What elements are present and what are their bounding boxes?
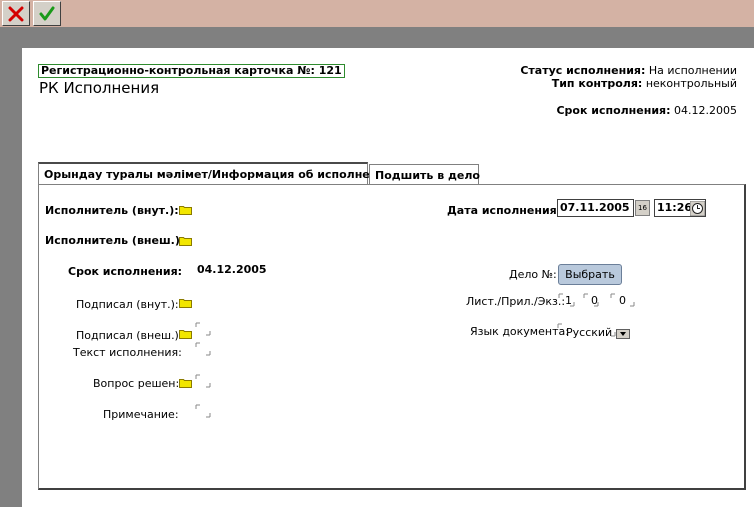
signed-internal-label: Подписал (внут.): <box>76 298 179 311</box>
toolbar <box>0 0 754 27</box>
close-x-icon <box>8 6 24 21</box>
folder-icon[interactable] <box>179 378 192 388</box>
execution-text-label: Текст исполнения: <box>73 346 182 359</box>
language-value[interactable]: Русский <box>566 326 612 339</box>
deadline-header-value: 04.12.2005 <box>674 104 737 117</box>
deadline-header: Срок исполнения: 04.12.2005 <box>556 104 737 117</box>
execution-text-field[interactable] <box>195 342 211 356</box>
signed-external-field[interactable] <box>195 322 211 336</box>
sheets-label: Лист./Прил./Экз.: <box>466 295 566 308</box>
language-dropdown-button[interactable] <box>616 329 630 339</box>
control-type-label: Тип контроля: <box>551 77 643 90</box>
note-label: Примечание: <box>103 408 179 421</box>
control-type-value: неконтрольный <box>645 77 737 90</box>
chevron-down-icon <box>620 332 626 336</box>
folder-icon[interactable] <box>179 205 192 215</box>
ok-button[interactable] <box>33 1 61 26</box>
clock-icon[interactable] <box>690 201 705 216</box>
card-number: Регистрационно-контрольная карточка №: 1… <box>38 64 345 78</box>
sheets-value[interactable]: 1 <box>565 294 572 307</box>
copies-value[interactable]: 0 <box>619 294 626 307</box>
folder-icon[interactable] <box>179 236 192 246</box>
checkmark-icon <box>39 6 55 20</box>
left-gray-margin <box>0 27 22 507</box>
sheets-fields: 1 0 0 <box>558 292 638 308</box>
exec-date-input[interactable]: 07.11.2005 <box>557 199 634 217</box>
exec-date-label: Дата исполнения: <box>447 204 562 217</box>
folder-icon[interactable] <box>179 329 192 339</box>
tab-file-to-case[interactable]: Подшить в дело <box>369 164 480 185</box>
signed-external-label: Подписал (внеш.): <box>76 329 183 342</box>
executor-internal-label: Исполнитель (внут.): <box>45 204 179 217</box>
note-field[interactable] <box>195 404 211 418</box>
status-block: Статус исполнения: На исполнении Тип кон… <box>520 64 737 90</box>
calendar-button[interactable]: 16 <box>635 200 650 216</box>
question-resolved-label: Вопрос решен: <box>93 377 180 390</box>
status-value: На исполнении <box>648 64 737 77</box>
choose-case-button[interactable]: Выбрать <box>558 264 622 285</box>
deadline-value: 04.12.2005 <box>197 263 267 276</box>
deadline-label: Срок исполнения: <box>68 265 183 278</box>
tab-execution-info[interactable]: Орындау туралы мәлімет/Информация об исп… <box>38 162 393 186</box>
page-title: РК Исполнения <box>39 79 160 97</box>
attachments-value[interactable]: 0 <box>591 294 598 307</box>
language-label: Язык документа: <box>470 325 569 338</box>
question-resolved-field[interactable] <box>195 374 211 388</box>
case-number-label: Дело №: <box>509 268 557 281</box>
folder-icon[interactable] <box>179 298 192 308</box>
executor-external-label: Исполнитель (внеш.): <box>45 234 185 247</box>
status-label: Статус исполнения: <box>520 64 646 77</box>
close-button[interactable] <box>2 1 30 26</box>
top-gray-bar <box>0 27 754 48</box>
deadline-header-label: Срок исполнения: <box>556 104 671 117</box>
